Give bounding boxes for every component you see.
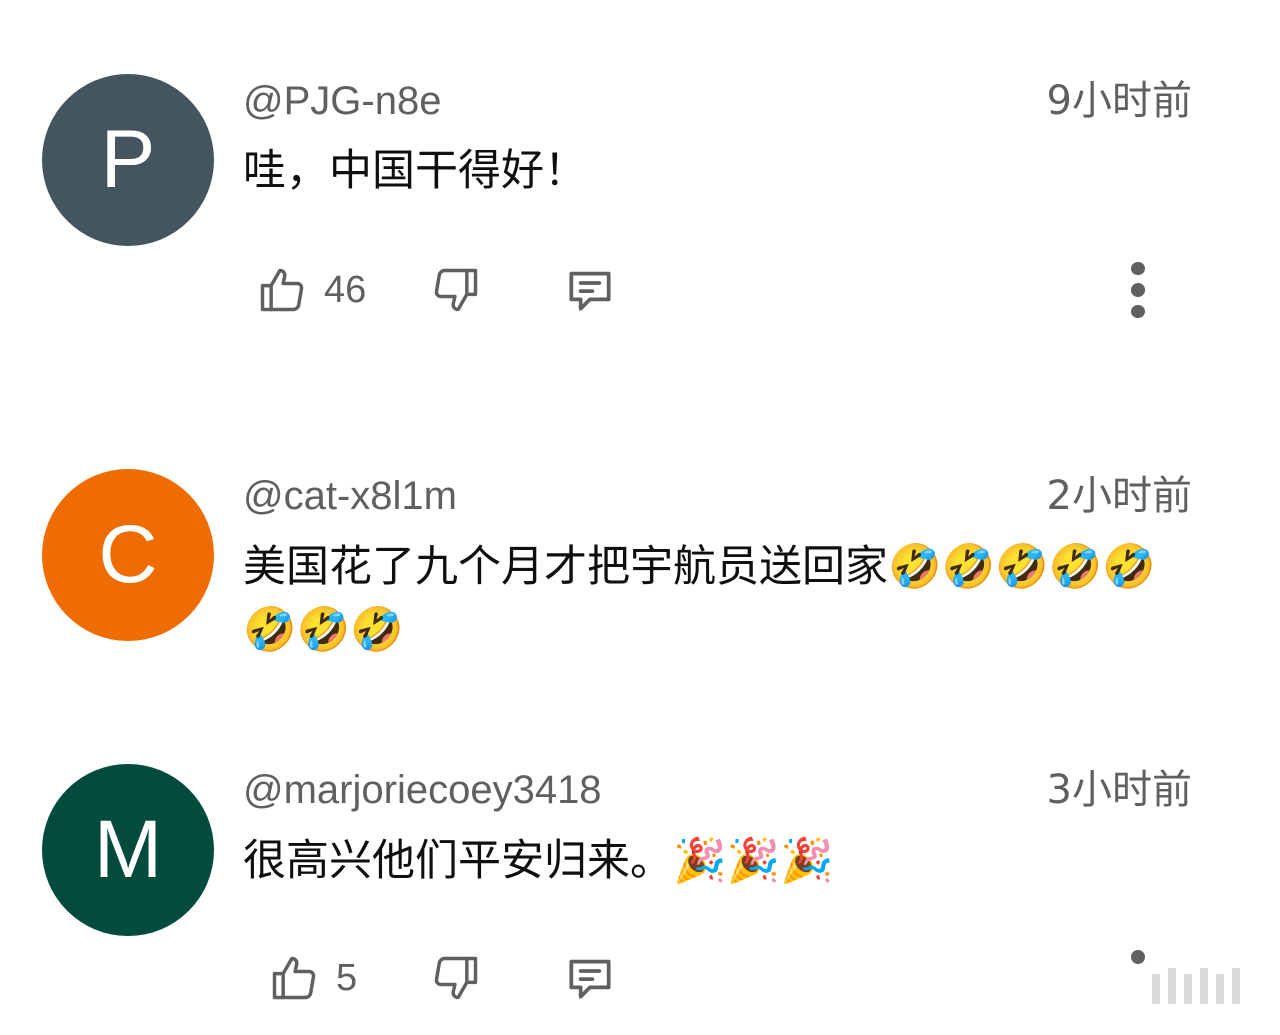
- like-button[interactable]: 46: [256, 258, 366, 322]
- comment-timestamp: 9小时前: [1046, 78, 1192, 124]
- more-vertical-icon: [1131, 262, 1145, 276]
- comment-timestamp: 3小时前: [1046, 767, 1192, 813]
- avatar[interactable]: M: [42, 764, 214, 936]
- more-vertical-icon-dot: [1131, 283, 1145, 297]
- reply-comment-icon: [569, 271, 611, 311]
- comment-author-handle[interactable]: @marjoriecoey3418: [243, 766, 602, 814]
- comment-timestamp: 2小时前: [1046, 473, 1192, 519]
- reply-button[interactable]: [562, 946, 618, 1010]
- comment-text: 哇，中国干得好！: [243, 146, 587, 196]
- comment-text: 美国花了九个月才把宇航员送回家🤣🤣🤣🤣🤣🤣🤣🤣: [243, 542, 1156, 655]
- like-button[interactable]: 5: [268, 946, 357, 1010]
- thumbs-down-icon: [434, 268, 478, 312]
- dislike-button[interactable]: [430, 946, 482, 1010]
- comment-action-bar: 5: [0, 946, 1280, 1010]
- comment-menu-button[interactable]: [1130, 946, 1146, 986]
- thumbs-down-icon: [434, 956, 478, 1000]
- like-count: 46: [324, 269, 367, 311]
- comment-text: 很高兴他们平安归来。🎉🎉🎉: [243, 836, 834, 886]
- dislike-button[interactable]: [430, 258, 482, 322]
- comment-author-handle[interactable]: @cat-x8l1m: [243, 472, 457, 520]
- watermark-logo: [1152, 968, 1240, 1004]
- comment-author-handle[interactable]: @PJG-n8e: [243, 77, 441, 125]
- comment-menu-button[interactable]: [1130, 258, 1146, 322]
- avatar[interactable]: P: [42, 74, 214, 246]
- reply-comment-icon: [569, 959, 611, 999]
- reply-button[interactable]: [562, 258, 618, 322]
- comment-action-bar: 46: [0, 258, 1280, 322]
- thumbs-up-icon: [272, 956, 316, 1000]
- thumbs-up-icon: [260, 268, 304, 312]
- more-vertical-icon: [1131, 950, 1145, 964]
- like-count: 5: [336, 957, 358, 999]
- more-vertical-icon-dot: [1131, 304, 1145, 318]
- avatar[interactable]: C: [42, 469, 214, 641]
